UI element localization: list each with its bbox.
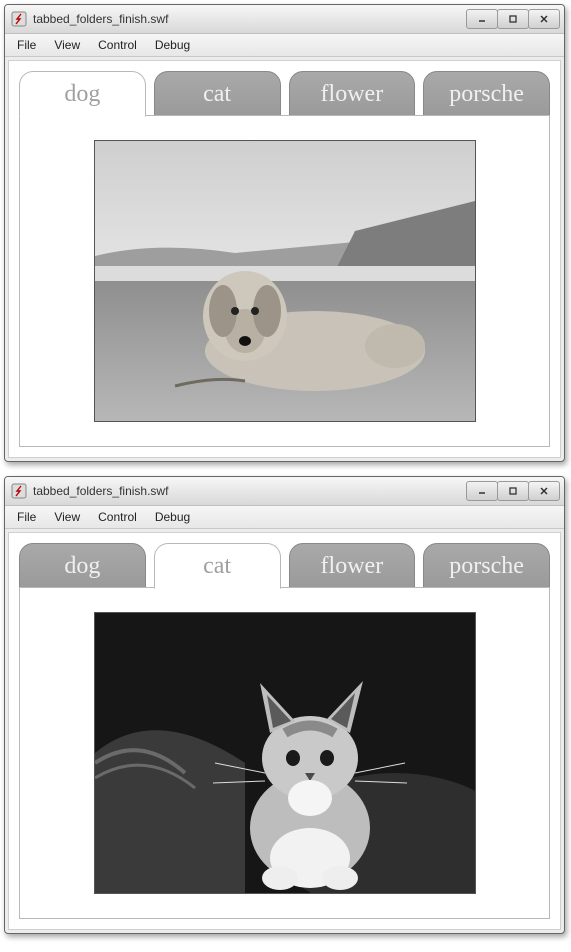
menu-control[interactable]: Control [90,36,145,54]
window-top: tabbed_folders_finish.swf File View Cont… [4,4,565,462]
titlebar[interactable]: tabbed_folders_finish.swf [5,5,564,34]
photo-dog [94,140,476,422]
close-button[interactable] [528,9,560,29]
titlebar[interactable]: tabbed_folders_finish.swf [5,477,564,506]
flash-app-icon [11,483,27,499]
menubar: File View Control Debug [5,34,564,57]
tab-divider [19,587,550,588]
tab-dog[interactable]: dog [19,543,146,589]
tab-flower[interactable]: flower [289,71,416,117]
window-controls [467,481,560,501]
menubar: File View Control Debug [5,506,564,529]
swf-stage: dog cat flower porsche [8,532,561,930]
menu-debug[interactable]: Debug [147,36,198,54]
tab-content [19,116,550,447]
tab-dog[interactable]: dog [19,71,146,117]
menu-control[interactable]: Control [90,508,145,526]
menu-view[interactable]: View [46,508,88,526]
menu-view[interactable]: View [46,36,88,54]
menu-debug[interactable]: Debug [147,508,198,526]
tabstrip: dog cat flower porsche [9,61,560,117]
photo-cat [94,612,476,894]
maximize-button[interactable] [497,481,529,501]
tab-cat[interactable]: cat [154,71,281,117]
menu-file[interactable]: File [9,36,44,54]
tab-porsche[interactable]: porsche [423,543,550,589]
minimize-button[interactable] [466,9,498,29]
close-button[interactable] [528,481,560,501]
tab-content [19,588,550,919]
tab-porsche[interactable]: porsche [423,71,550,117]
tab-flower[interactable]: flower [289,543,416,589]
maximize-button[interactable] [497,9,529,29]
window-controls [467,9,560,29]
window-title: tabbed_folders_finish.swf [33,12,467,26]
minimize-button[interactable] [466,481,498,501]
tab-cat[interactable]: cat [154,543,281,589]
flash-app-icon [11,11,27,27]
window-bottom: tabbed_folders_finish.swf File View Cont… [4,476,565,934]
swf-stage: dog cat flower porsche [8,60,561,458]
tabstrip: dog cat flower porsche [9,533,560,589]
window-title: tabbed_folders_finish.swf [33,484,467,498]
menu-file[interactable]: File [9,508,44,526]
